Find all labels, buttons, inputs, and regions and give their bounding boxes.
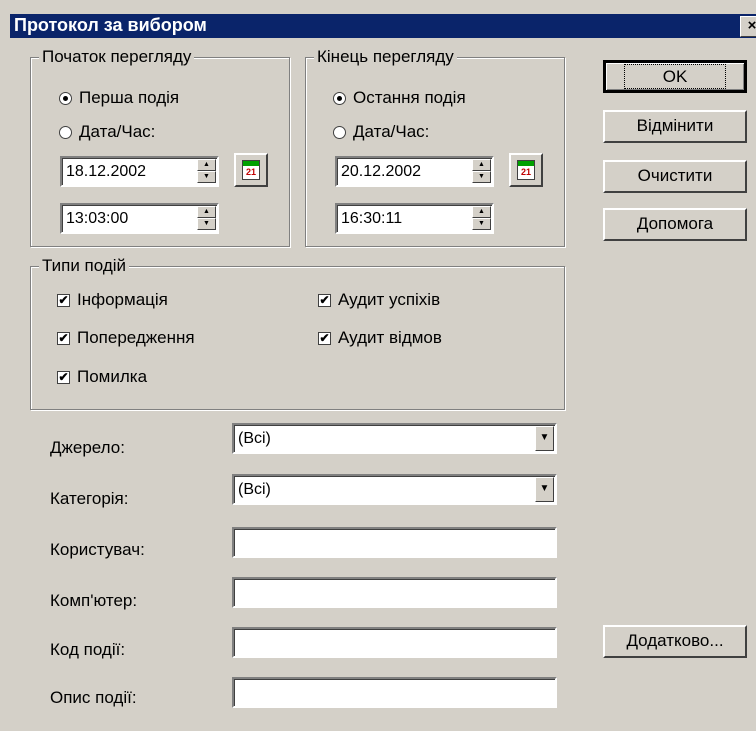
end-calendar-button[interactable]: 21 (509, 153, 543, 187)
end-time-field[interactable]: 16:30:11 ▲ ▼ (335, 203, 494, 234)
description-label: Опис події: (50, 688, 137, 707)
chevron-down-icon[interactable]: ▼ (535, 426, 554, 451)
category-label: Категорія: (50, 489, 129, 508)
advanced-button-label: Додатково... (626, 631, 724, 650)
end-time-spinner[interactable]: ▲ ▼ (472, 206, 491, 231)
calendar-icon: 21 (242, 160, 260, 180)
end-date-spinner[interactable]: ▲ ▼ (472, 159, 491, 184)
spin-up-icon[interactable]: ▲ (472, 206, 491, 218)
spin-up-icon[interactable]: ▲ (197, 206, 216, 218)
end-date-field[interactable]: 20.12.2002 ▲ ▼ (335, 156, 494, 187)
radio-unselected-icon (59, 125, 72, 139)
computer-field[interactable] (232, 577, 557, 608)
start-date-spinner[interactable]: ▲ ▼ (197, 159, 216, 184)
start-date-time-label: Дата/Час: (79, 122, 156, 141)
ok-button[interactable]: OK (603, 60, 747, 93)
spin-down-icon[interactable]: ▼ (197, 171, 216, 183)
warning-label: Попередження (77, 328, 195, 347)
start-group-legend: Початок перегляду (39, 47, 195, 67)
event-id-field[interactable] (232, 627, 557, 658)
end-date-time-label: Дата/Час: (353, 122, 430, 141)
end-time-value: 16:30:11 (341, 210, 403, 227)
audit-success-checkbox[interactable]: ✔ Аудит успіхів (318, 290, 440, 310)
start-time-value: 13:03:00 (66, 210, 129, 227)
end-last-event-radio[interactable]: Остання подія (333, 88, 466, 108)
end-date-value: 20.12.2002 (341, 163, 422, 180)
calendar-icon: 21 (517, 160, 535, 180)
category-select[interactable]: (Всі) ▼ (232, 474, 557, 505)
start-date-field[interactable]: 18.12.2002 ▲ ▼ (60, 156, 219, 187)
dialog-title: Протокол за вибором (14, 15, 207, 35)
computer-label: Комп'ютер: (50, 591, 138, 610)
radio-unselected-icon (333, 125, 346, 139)
help-button[interactable]: Допомога (603, 208, 747, 241)
spin-down-icon[interactable]: ▼ (472, 171, 491, 183)
source-value: (Всі) (238, 430, 271, 447)
spin-up-icon[interactable]: ▲ (197, 159, 216, 171)
information-label: Інформація (77, 290, 168, 309)
information-checkbox[interactable]: ✔ Інформація (57, 290, 168, 310)
start-first-event-label: Перша подія (79, 88, 180, 107)
cancel-button[interactable]: Відмінити (603, 110, 747, 143)
error-checkbox[interactable]: ✔ Помилка (57, 367, 147, 387)
event-types-legend: Типи подій (39, 256, 130, 276)
radio-selected-icon (59, 91, 72, 105)
checkbox-checked-icon: ✔ (318, 330, 331, 345)
filter-dialog: Протокол за вибором × Початок перегляду … (0, 0, 756, 731)
start-time-spinner[interactable]: ▲ ▼ (197, 206, 216, 231)
warning-checkbox[interactable]: ✔ Попередження (57, 328, 195, 348)
source-label: Джерело: (50, 438, 125, 457)
help-button-label: Допомога (636, 214, 714, 233)
user-label: Користувач: (50, 540, 145, 559)
category-value: (Всі) (238, 481, 271, 498)
start-calendar-button[interactable]: 21 (234, 153, 268, 187)
event-id-label: Код події: (50, 640, 126, 659)
spin-down-icon[interactable]: ▼ (472, 218, 491, 230)
cancel-button-label: Відмінити (636, 116, 714, 135)
advanced-button[interactable]: Додатково... (603, 625, 747, 658)
clear-button[interactable]: Очистити (603, 160, 747, 193)
ok-button-label: OK (623, 64, 727, 89)
error-label: Помилка (77, 367, 148, 386)
chevron-down-icon[interactable]: ▼ (535, 477, 554, 502)
title-bar[interactable]: Протокол за вибором × (10, 14, 756, 38)
spin-down-icon[interactable]: ▼ (197, 218, 216, 230)
audit-failure-checkbox[interactable]: ✔ Аудит відмов (318, 328, 442, 348)
radio-selected-icon (333, 91, 346, 105)
checkbox-checked-icon: ✔ (57, 292, 70, 307)
checkbox-checked-icon: ✔ (57, 369, 70, 384)
end-group-legend: Кінець перегляду (314, 47, 457, 67)
start-date-value: 18.12.2002 (66, 163, 147, 180)
start-first-event-radio[interactable]: Перша подія (59, 88, 179, 108)
close-icon[interactable]: × (740, 16, 756, 37)
checkbox-checked-icon: ✔ (57, 330, 70, 345)
description-field[interactable] (232, 677, 557, 708)
user-field[interactable] (232, 527, 557, 558)
start-date-time-radio[interactable]: Дата/Час: (59, 122, 155, 142)
checkbox-checked-icon: ✔ (318, 292, 331, 307)
start-time-field[interactable]: 13:03:00 ▲ ▼ (60, 203, 219, 234)
end-date-time-radio[interactable]: Дата/Час: (333, 122, 429, 142)
audit-failure-label: Аудит відмов (338, 328, 442, 347)
source-select[interactable]: (Всі) ▼ (232, 423, 557, 454)
end-last-event-label: Остання подія (353, 88, 466, 107)
audit-success-label: Аудит успіхів (338, 290, 441, 309)
clear-button-label: Очистити (637, 166, 713, 185)
spin-up-icon[interactable]: ▲ (472, 159, 491, 171)
